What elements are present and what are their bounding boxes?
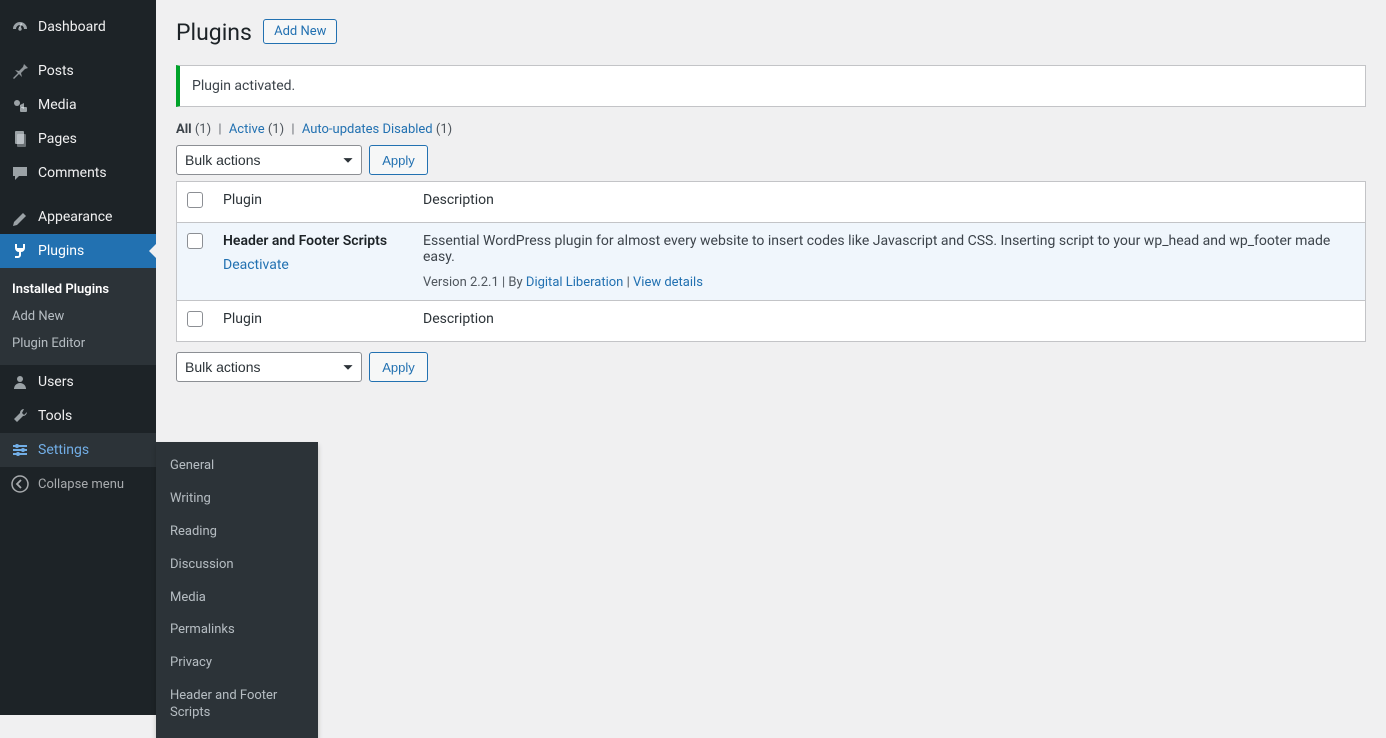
settings-general[interactable]: General (156, 450, 318, 483)
submenu-plugin-editor[interactable]: Plugin Editor (0, 330, 156, 357)
col-description-footer: Description (413, 301, 1366, 342)
filter-autoupdates-label[interactable]: Auto-updates Disabled (302, 122, 433, 137)
menu-label: Settings (38, 442, 89, 458)
filter-all-count: (1) (195, 122, 211, 137)
settings-reading[interactable]: Reading (156, 516, 318, 549)
menu-label: Comments (38, 165, 107, 181)
plugin-version: Version 2.2.1 (423, 275, 499, 290)
plugin-author-link[interactable]: Digital Liberation (526, 275, 623, 290)
bulk-actions-select-bottom[interactable]: Bulk actions (176, 352, 362, 382)
bulk-actions-select-top[interactable]: Bulk actions (176, 145, 362, 175)
menu-label: Appearance (38, 209, 112, 225)
plugin-description: Essential WordPress plugin for almost ev… (423, 233, 1355, 265)
menu-label: Tools (38, 408, 72, 424)
settings-icon (10, 440, 30, 460)
menu-label: Pages (38, 131, 77, 147)
plugins-table: Plugin Description Header and Footer Scr… (176, 181, 1366, 342)
menu-pages[interactable]: Pages (0, 122, 156, 156)
plugin-name: Header and Footer Scripts (223, 233, 403, 249)
notice-message: Plugin activated. (192, 78, 295, 94)
menu-label: Plugins (38, 243, 84, 259)
page-title: Plugins (176, 10, 252, 50)
admin-sidebar: Dashboard Posts Media Pages Comments App… (0, 0, 156, 715)
submenu-add-new[interactable]: Add New (0, 303, 156, 330)
plugin-by: By (508, 275, 522, 290)
deactivate-link[interactable]: Deactivate (223, 257, 289, 273)
plugins-submenu: Installed Plugins Add New Plugin Editor (0, 268, 156, 365)
users-icon (10, 372, 30, 392)
tablenav-top: Bulk actions Apply (176, 145, 1366, 175)
col-description-header: Description (413, 182, 1366, 223)
select-all-bottom[interactable] (187, 311, 203, 327)
main-content: Plugins Add New Plugin activated. All (1… (156, 0, 1386, 388)
menu-appearance[interactable]: Appearance (0, 200, 156, 234)
check-all-header (177, 182, 214, 223)
menu-label: Media (38, 97, 77, 113)
check-all-footer (177, 301, 214, 342)
filter-autoupdates-count: (1) (436, 122, 452, 137)
media-icon (10, 95, 30, 115)
col-plugin-header: Plugin (213, 182, 413, 223)
appearance-icon (10, 207, 30, 227)
settings-discussion[interactable]: Discussion (156, 549, 318, 582)
row-checkbox[interactable] (187, 233, 203, 249)
menu-label: Users (38, 374, 74, 390)
collapse-icon (10, 474, 30, 494)
submenu-installed-plugins[interactable]: Installed Plugins (0, 276, 156, 303)
add-new-button[interactable]: Add New (263, 19, 337, 44)
table-row: Header and Footer Scripts Deactivate Ess… (177, 223, 1366, 301)
select-all-top[interactable] (187, 192, 203, 208)
settings-header-footer-scripts[interactable]: Header and Footer Scripts (156, 680, 318, 730)
menu-media[interactable]: Media (0, 88, 156, 122)
notice-success: Plugin activated. (176, 65, 1366, 107)
view-details-link[interactable]: View details (633, 275, 703, 290)
comments-icon (10, 163, 30, 183)
apply-button-bottom[interactable]: Apply (369, 352, 428, 382)
menu-dashboard[interactable]: Dashboard (0, 10, 156, 44)
settings-flyout: General Writing Reading Discussion Media… (156, 442, 318, 738)
menu-comments[interactable]: Comments (0, 156, 156, 190)
menu-posts[interactable]: Posts (0, 54, 156, 88)
menu-settings[interactable]: Settings (0, 433, 156, 467)
plugin-meta: Version 2.2.1 | By Digital Liberation | … (423, 275, 1355, 290)
menu-label: Dashboard (38, 19, 106, 35)
filter-links: All (1) | Active (1) | Auto-updates Disa… (176, 122, 1366, 137)
tools-icon (10, 406, 30, 426)
settings-permalinks[interactable]: Permalinks (156, 614, 318, 647)
menu-plugins[interactable]: Plugins (0, 234, 156, 268)
dashboard-icon (10, 17, 30, 37)
menu-tools[interactable]: Tools (0, 399, 156, 433)
menu-users[interactable]: Users (0, 365, 156, 399)
menu-label: Posts (38, 63, 74, 79)
filter-all-label[interactable]: All (176, 122, 192, 137)
filter-active-count: (1) (268, 122, 284, 137)
apply-button-top[interactable]: Apply (369, 145, 428, 175)
plugins-icon (10, 241, 30, 261)
pages-icon (10, 129, 30, 149)
col-plugin-footer: Plugin (213, 301, 413, 342)
tablenav-bottom: Bulk actions Apply (176, 352, 1366, 382)
settings-privacy[interactable]: Privacy (156, 647, 318, 680)
settings-writing[interactable]: Writing (156, 483, 318, 516)
menu-collapse[interactable]: Collapse menu (0, 467, 156, 501)
pin-icon (10, 61, 30, 81)
settings-media[interactable]: Media (156, 582, 318, 615)
collapse-label: Collapse menu (38, 477, 124, 492)
filter-active-label[interactable]: Active (229, 122, 265, 137)
